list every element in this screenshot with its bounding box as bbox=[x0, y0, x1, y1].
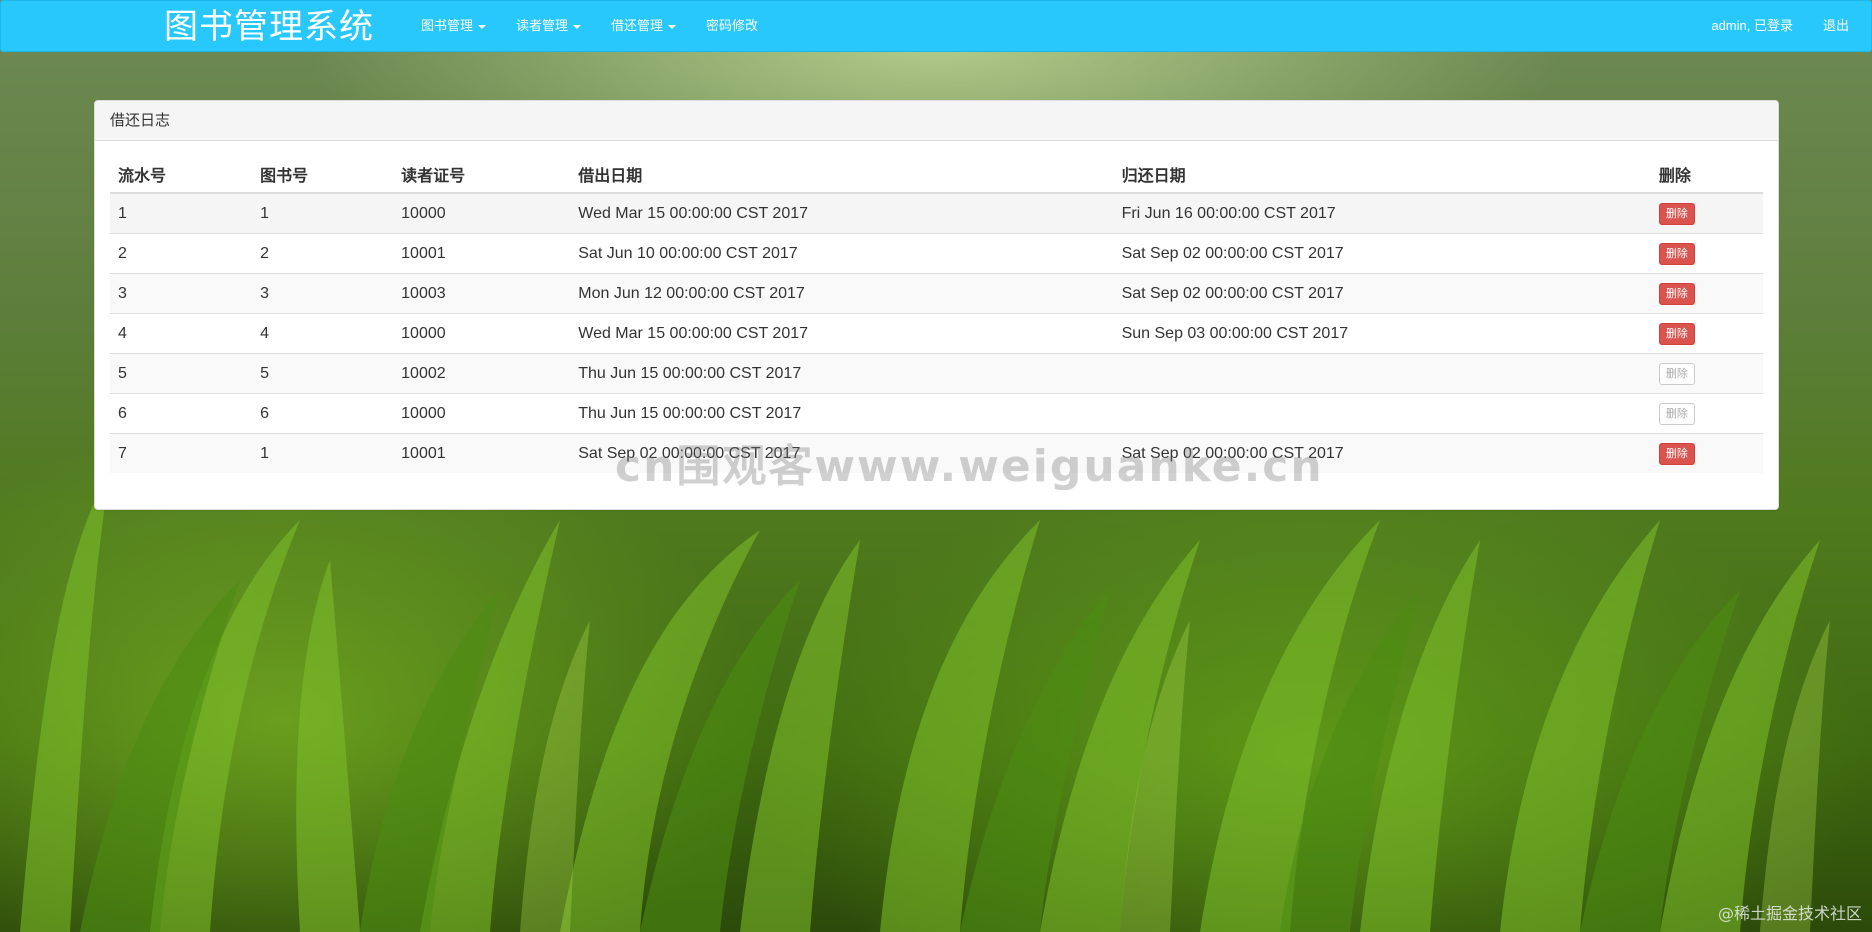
cell-return-date bbox=[1113, 393, 1651, 434]
menu-label: 图书管理 bbox=[421, 18, 474, 33]
cell-return-date bbox=[1113, 353, 1651, 394]
cell-reader-id: 10002 bbox=[393, 353, 571, 394]
cell-delete: 删除 bbox=[1650, 393, 1763, 434]
cell-serial: 1 bbox=[118, 204, 127, 222]
delete-button[interactable]: 删除 bbox=[1658, 282, 1695, 305]
delete-button[interactable]: 删除 bbox=[1658, 242, 1695, 265]
lend-log-table: 流水号 图书号 读者证号 借出日期 归还日期 删除 1 1 10000 Wed Mar… bbox=[110, 156, 1763, 473]
cell-return-date: Fri Jun 16 00:00:00 CST 2017 bbox=[1121, 204, 1336, 222]
logout-link[interactable]: 退出 bbox=[1808, 1, 1871, 51]
cell-lend-date: Wed Mar 15 00:00:00 CST 2017 bbox=[570, 313, 1114, 354]
main-menu: 图书管理 读者管理 借还管理 密码修改 bbox=[406, 1, 773, 51]
cell-delete: 删除 bbox=[1650, 313, 1763, 354]
column-header-book-id: 图书号 bbox=[252, 156, 394, 194]
cell-reader-id: 10001 bbox=[393, 233, 571, 274]
cell-serial: 7 bbox=[110, 433, 253, 473]
column-header-serial: 流水号 bbox=[110, 156, 253, 194]
cell-return-date: Sun Sep 03 00:00:00 CST 2017 bbox=[1113, 313, 1651, 354]
column-header-return-date: 归还日期 bbox=[1113, 156, 1651, 194]
cell-serial: 3 bbox=[110, 273, 253, 314]
delete-button[interactable]: 删除 bbox=[1658, 402, 1695, 425]
menu-label: 密码修改 bbox=[706, 18, 759, 33]
cell-delete: 删除 bbox=[1650, 273, 1763, 314]
caret-down-icon bbox=[478, 24, 487, 29]
cell-delete: 删除 bbox=[1650, 353, 1763, 394]
cell-book-id: 4 bbox=[252, 313, 394, 354]
corner-watermark: @稀土掘金技术社区 bbox=[1717, 904, 1862, 923]
delete-button[interactable]: 删除 bbox=[1658, 362, 1695, 385]
cell-book-id: 6 bbox=[252, 393, 394, 434]
delete-button[interactable]: 删除 bbox=[1658, 442, 1695, 465]
cell-reader-id: 10003 bbox=[393, 273, 571, 314]
brand-title[interactable]: 图书管理系统 bbox=[164, 7, 374, 47]
cell-book-id: 1 bbox=[260, 204, 269, 222]
cell-lend-date: Sat Jun 10 00:00:00 CST 2017 bbox=[570, 233, 1114, 274]
cell-lend-date: Thu Jun 15 00:00:00 CST 2017 bbox=[570, 393, 1114, 434]
cell-serial: 2 bbox=[110, 233, 253, 274]
menu-label: 借还管理 bbox=[611, 18, 664, 33]
table-row: 3 3 10003 Mon Jun 12 00:00:00 CST 2017 Sat S… bbox=[110, 273, 1763, 314]
table-row: 4 4 10000 Wed Mar 15 00:00:00 CST 2017 Sun S… bbox=[110, 313, 1763, 354]
delete-button[interactable]: 删除 bbox=[1658, 202, 1695, 225]
table-row: 1 1 10000 Wed Mar 15 00:00:00 CST 2017 Fri J… bbox=[110, 193, 1763, 234]
table-header-row: 流水号 图书号 读者证号 借出日期 归还日期 删除 bbox=[110, 156, 1763, 194]
delete-button[interactable]: 删除 bbox=[1658, 322, 1695, 345]
column-header-lend-date: 借出日期 bbox=[570, 156, 1114, 194]
menu-reader-management[interactable]: 读者管理 bbox=[501, 1, 596, 51]
cell-return-date: Sat Sep 02 00:00:00 CST 2017 bbox=[1113, 273, 1651, 314]
menu-lend-return-management[interactable]: 借还管理 bbox=[596, 1, 691, 51]
panel-body: 流水号 图书号 读者证号 借出日期 归还日期 删除 1 1 10000 Wed Mar… bbox=[95, 141, 1778, 473]
watermark-text: cn围观客www.weiguanke.cn bbox=[615, 441, 1324, 492]
cell-book-id: 2 bbox=[252, 233, 394, 274]
menu-label: 读者管理 bbox=[516, 18, 569, 33]
cell-lend-date: Thu Jun 15 00:00:00 CST 2017 bbox=[570, 353, 1114, 394]
caret-down-icon bbox=[668, 24, 677, 29]
cell-return-date: Sat Sep 02 00:00:00 CST 2017 bbox=[1113, 233, 1651, 274]
panel-title: 借还日志 bbox=[95, 101, 1778, 141]
cell-reader-id: 10001 bbox=[393, 433, 571, 473]
cell-lend-date: Mon Jun 12 00:00:00 CST 2017 bbox=[570, 273, 1114, 314]
table-row: 6 6 10000 Thu Jun 15 00:00:00 CST 2017 删除 bbox=[110, 393, 1763, 434]
top-navbar: 图书管理系统 图书管理 读者管理 借还管理 密码修改 admin, 已登录 退出 bbox=[0, 0, 1872, 52]
cell-reader-id: 10000 bbox=[401, 204, 446, 222]
user-status[interactable]: admin, 已登录 bbox=[1696, 1, 1808, 51]
menu-change-password[interactable]: 密码修改 bbox=[691, 1, 773, 51]
cell-serial: 4 bbox=[110, 313, 253, 354]
user-menu: admin, 已登录 退出 bbox=[1696, 1, 1871, 51]
cell-reader-id: 10000 bbox=[393, 313, 571, 354]
cell-delete: 删除 bbox=[1651, 193, 1763, 234]
cell-book-id: 1 bbox=[252, 433, 394, 473]
cell-serial: 5 bbox=[110, 353, 253, 394]
column-header-reader-id: 读者证号 bbox=[393, 156, 571, 194]
column-header-delete: 删除 bbox=[1650, 156, 1763, 194]
cell-lend-date: Wed Mar 15 00:00:00 CST 2017 bbox=[578, 204, 809, 222]
menu-book-management[interactable]: 图书管理 bbox=[406, 1, 501, 51]
cell-delete: 删除 bbox=[1650, 233, 1763, 274]
cell-serial: 6 bbox=[110, 393, 253, 434]
table-row: 2 2 10001 Sat Jun 10 00:00:00 CST 2017 Sat S… bbox=[110, 233, 1763, 274]
cell-reader-id: 10000 bbox=[393, 393, 571, 434]
cell-book-id: 3 bbox=[252, 273, 394, 314]
caret-down-icon bbox=[573, 24, 582, 29]
cell-book-id: 5 bbox=[252, 353, 394, 394]
cell-delete: 删除 bbox=[1650, 433, 1763, 473]
table-row: 5 5 10002 Thu Jun 15 00:00:00 CST 2017 删除 bbox=[110, 353, 1763, 394]
